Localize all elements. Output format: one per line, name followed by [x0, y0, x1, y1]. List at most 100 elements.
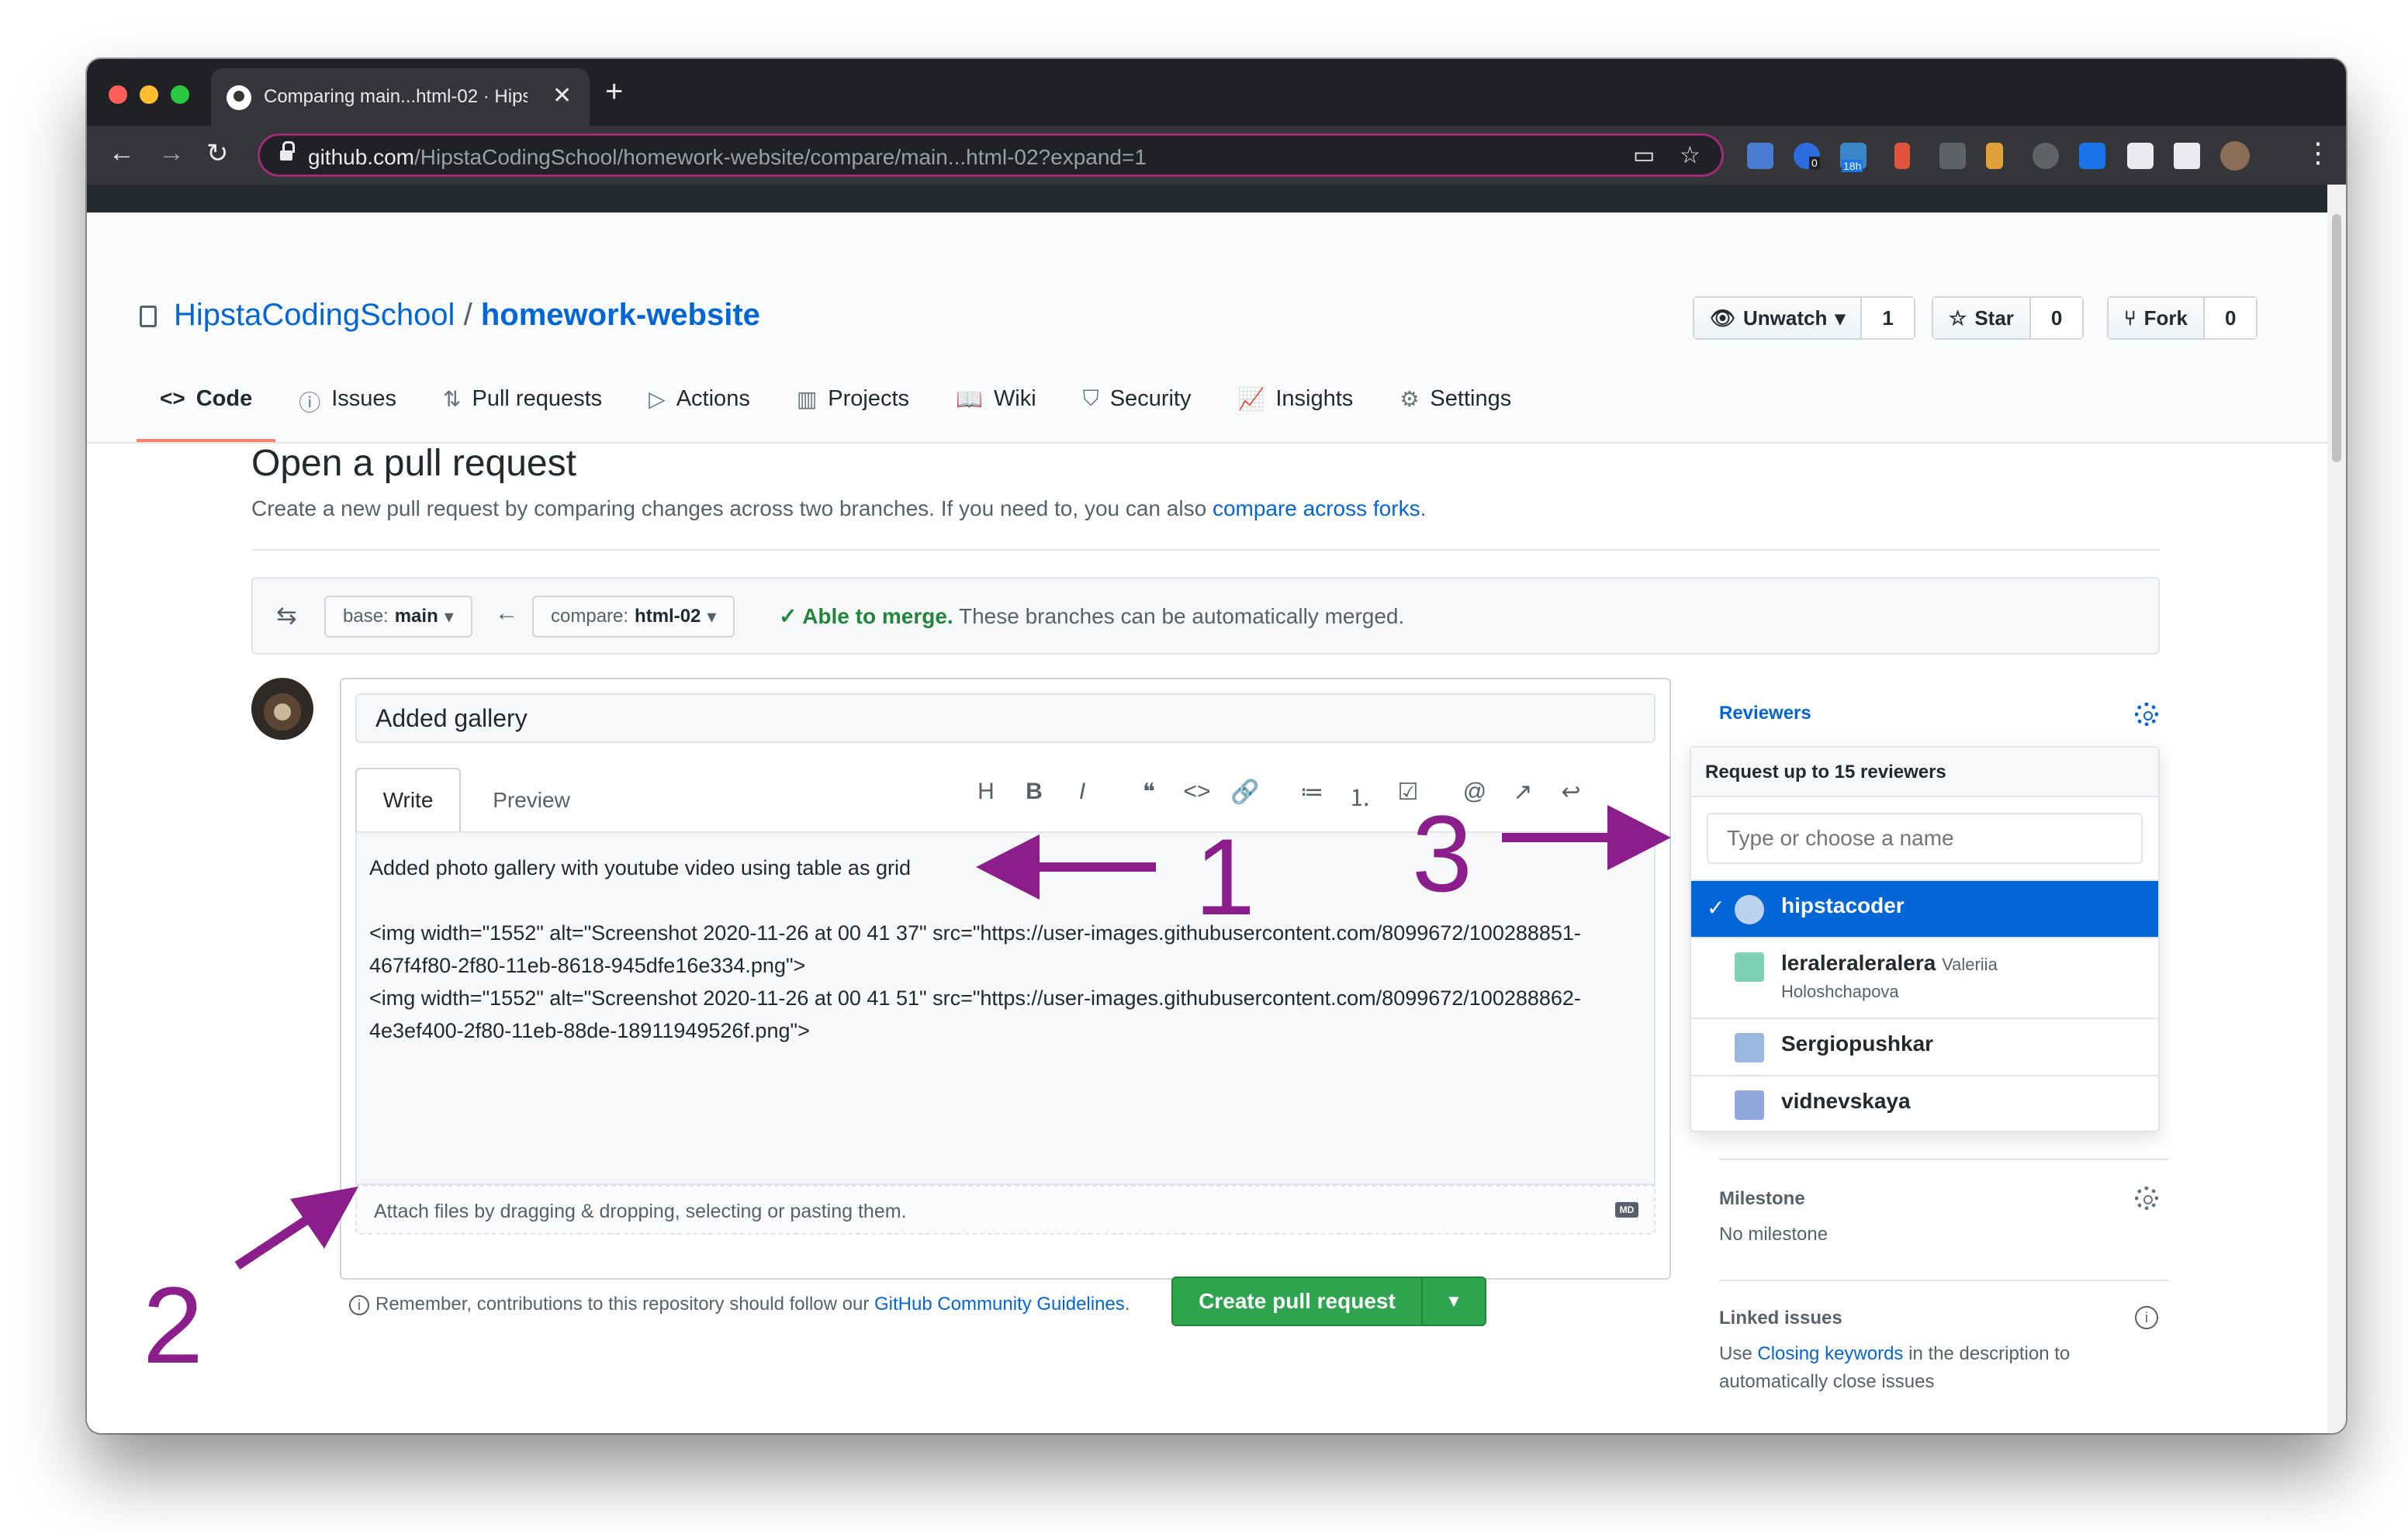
code-icon[interactable]: <>: [1173, 779, 1221, 813]
id-extension-icon[interactable]: [2079, 143, 2105, 169]
closing-keywords-link[interactable]: Closing keywords: [1757, 1343, 1903, 1364]
eye-icon: 👁: [1710, 306, 1736, 330]
quote-icon[interactable]: ❝: [1125, 779, 1173, 813]
divider: [251, 549, 2160, 551]
reviewer-filter-input[interactable]: [1707, 813, 2143, 864]
new-tab-button[interactable]: +: [605, 74, 623, 109]
zoom-window-button[interactable]: [171, 85, 189, 104]
hammer-extension-icon[interactable]: [1986, 143, 2003, 169]
reviewer-option[interactable]: leraleraleralera Valeriia Holoshchapova: [1691, 937, 2158, 1017]
create-pull-request-button-group: Create pull request ▼: [1171, 1277, 1486, 1326]
check-icon: ✓: [1707, 896, 1725, 920]
cast-icon[interactable]: ▭: [1633, 142, 1655, 169]
fork-count[interactable]: 0: [2204, 298, 2257, 338]
tab-write[interactable]: Write: [355, 768, 461, 833]
attach-files-area[interactable]: Attach files by dragging & dropping, sel…: [355, 1185, 1656, 1235]
reference-icon[interactable]: ↗: [1499, 779, 1547, 813]
tab-projects[interactable]: ▥ Projects: [773, 386, 932, 442]
star-button-group: ☆ Star 0: [1932, 296, 2085, 340]
star-button[interactable]: ☆ Star: [1933, 298, 2031, 338]
pull-request-icon: ⇅: [443, 387, 462, 411]
avatar: [1735, 952, 1764, 982]
graph-icon: 📈: [1237, 387, 1265, 411]
page-title: Open a pull request: [251, 443, 576, 484]
compare-branch-select[interactable]: compare: html-02 ▾: [532, 596, 735, 637]
pr-title-input[interactable]: [355, 693, 1656, 743]
reviewer-option[interactable]: ✓ hipstacoder: [1691, 879, 2158, 937]
heading-icon[interactable]: H: [962, 779, 1010, 813]
back-icon[interactable]: ←: [109, 138, 135, 168]
bulleted-list-icon[interactable]: ≔: [1288, 779, 1336, 813]
notion-extension-icon[interactable]: [2127, 143, 2154, 169]
caret-down-icon[interactable]: ▼: [1423, 1278, 1485, 1325]
extension-icon[interactable]: [1894, 143, 1910, 169]
community-guidelines-link[interactable]: GitHub Community Guidelines: [874, 1294, 1125, 1315]
translate-extension-icon[interactable]: [1747, 143, 1773, 169]
unwatch-button[interactable]: 👁 Unwatch ▾: [1694, 298, 1863, 338]
tab-pull-requests[interactable]: ⇅ Pull requests: [420, 386, 625, 442]
tab-actions[interactable]: ▷ Actions: [625, 386, 773, 442]
minimize-window-button[interactable]: [140, 85, 158, 104]
more-menu-icon[interactable]: ⋮: [2304, 136, 2332, 169]
address-bar[interactable]: github.com/HipstaCodingSchool/homework-w…: [258, 133, 1724, 177]
repo-owner-link[interactable]: HipstaCodingSchool: [174, 298, 455, 332]
issue-icon: ⓘ: [299, 391, 321, 415]
compare-across-forks-link[interactable]: compare across forks: [1213, 496, 1420, 520]
create-pull-request-button[interactable]: Create pull request: [1173, 1278, 1423, 1325]
browser-tab[interactable]: Comparing main...html-02 · Hipsta ✕: [211, 68, 590, 126]
compare-range-bar: ⇆ base: main ▾ ← compare: html-02 ▾ ✓ Able t…: [251, 577, 2160, 655]
markdown-icon: MD: [1615, 1202, 1638, 1218]
puzzle-icon[interactable]: [2174, 143, 2200, 169]
url-text: github.com/HipstaCodingSchool/homework-w…: [308, 145, 1147, 169]
linked-issues-heading: Linked issues: [1719, 1308, 1842, 1328]
close-tab-icon[interactable]: ✕: [552, 82, 572, 109]
star-count[interactable]: 0: [2030, 298, 2083, 338]
extension-badge-icon[interactable]: 0: [1794, 143, 1820, 169]
tab-strip: Comparing main...html-02 · Hipsta ✕ +: [87, 59, 2346, 126]
milestone-gear-icon[interactable]: [2135, 1187, 2158, 1210]
italic-icon[interactable]: I: [1058, 779, 1106, 813]
bold-icon[interactable]: B: [1010, 779, 1058, 813]
reviewers-popover: Request up to 15 reviewers ✓ hipstacoder…: [1690, 746, 2160, 1132]
numbered-list-icon[interactable]: ⒈: [1336, 779, 1384, 813]
reload-icon[interactable]: ↻: [206, 138, 229, 169]
repo-name-link[interactable]: homework-website: [481, 298, 760, 332]
reply-icon[interactable]: ↩: [1547, 779, 1595, 813]
json-extension-icon[interactable]: [1939, 143, 1966, 169]
info-icon[interactable]: i: [2135, 1306, 2158, 1329]
linked-issues-help: Use Closing keywords in the description …: [1719, 1343, 2071, 1392]
tab-code[interactable]: <> Code: [137, 386, 276, 442]
forward-icon[interactable]: →: [158, 138, 185, 168]
compare-arrows-icon: ⇆: [276, 601, 297, 629]
fork-button-group: ⑂ Fork 0: [2107, 296, 2258, 340]
reviewers-gear-icon[interactable]: [2135, 703, 2158, 726]
bookmark-star-icon[interactable]: ☆: [1680, 142, 1700, 169]
reviewers-heading[interactable]: Reviewers: [1719, 703, 1811, 724]
tab-preview[interactable]: Preview: [473, 768, 590, 833]
fork-button[interactable]: ⑂ Fork: [2109, 298, 2205, 338]
code-icon: <>: [160, 386, 185, 410]
base-branch-select[interactable]: base: main ▾: [324, 596, 472, 637]
close-window-button[interactable]: [109, 85, 127, 104]
timer-extension-icon[interactable]: 18h: [1840, 143, 1867, 172]
repo-nav: <> Code ⓘ Issues ⇅ Pull requests ▷ Actions ▥…: [137, 386, 1534, 442]
divider: [1719, 1159, 2169, 1160]
tab-issues[interactable]: ⓘ Issues: [275, 386, 420, 442]
linked-issues-section: Linked issues Use Closing keywords in th…: [1719, 1308, 2169, 1396]
profile-avatar[interactable]: [2220, 141, 2250, 171]
avatar: [1735, 1033, 1764, 1062]
annotation-number-3: 3: [1412, 793, 1472, 914]
link-icon[interactable]: 🔗: [1221, 779, 1269, 813]
scrollbar-thumb[interactable]: [2332, 214, 2341, 462]
tab-wiki[interactable]: 📖 Wiki: [932, 386, 1060, 442]
tab-insights[interactable]: 📈 Insights: [1214, 386, 1376, 442]
tab-settings[interactable]: ⚙ Settings: [1376, 386, 1534, 442]
milestone-heading[interactable]: Milestone: [1719, 1188, 2169, 1210]
watch-count[interactable]: 1: [1862, 298, 1914, 338]
reviewer-option[interactable]: Sergiopushkar: [1691, 1017, 2158, 1075]
reviewer-option[interactable]: vidnevskaya: [1691, 1075, 2158, 1132]
tab-security[interactable]: ⛉ Security: [1060, 386, 1215, 442]
blocked-extension-icon[interactable]: [2033, 143, 2059, 169]
avatar[interactable]: [251, 678, 313, 740]
lock-icon: [280, 141, 295, 163]
